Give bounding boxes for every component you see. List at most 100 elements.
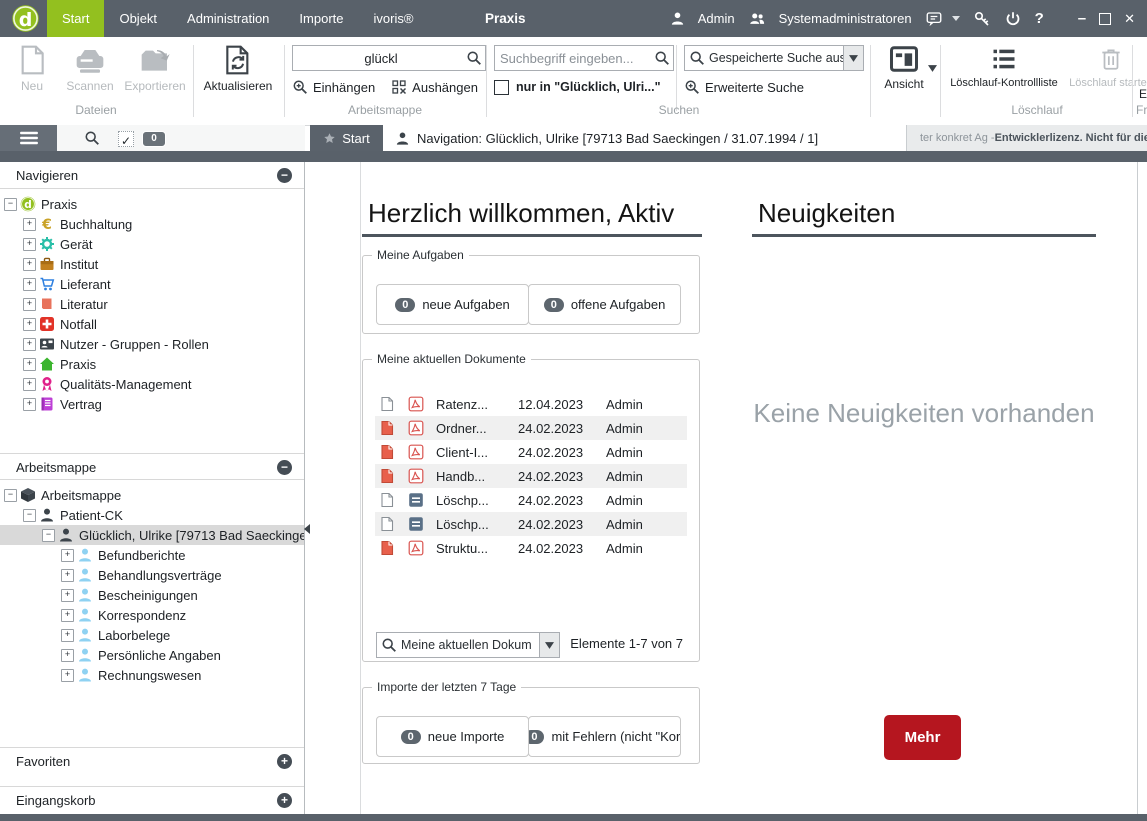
loeschlauf-starten-button[interactable]: Löschlauf starten [1064,41,1147,89]
document-row[interactable]: Löschp... 24.02.2023 Admin [375,488,687,512]
tree-item[interactable]: − Patient-CK [0,505,304,525]
menu-item[interactable]: Start [47,0,104,37]
menu-item[interactable]: Objekt [104,0,172,37]
tree-expander-icon[interactable]: + [23,278,36,291]
tree-item[interactable]: + Behandlungsverträge [0,565,304,585]
tree-item[interactable]: + Rechnungswesen [0,665,304,685]
sidebar-search-icon[interactable] [84,130,100,146]
section-header-eingangskorb[interactable]: Eingangskorb [0,786,304,813]
tree-item[interactable]: + Befundberichte [0,545,304,565]
menu-item[interactable]: ivoris® [359,0,429,37]
ansicht-chevron-down-icon[interactable] [928,65,937,72]
tab-navigation[interactable]: Navigation: Glücklich, Ulrike [79713 Bad… [383,125,907,151]
collapse-icon[interactable] [277,460,292,475]
tree-expander-icon[interactable]: − [4,198,17,211]
tree-expander-icon[interactable]: + [23,398,36,411]
ansicht-button[interactable]: Ansicht [878,41,930,91]
tree-expander-icon[interactable]: + [61,549,74,562]
tree-expander-icon[interactable]: − [23,509,36,522]
sidebar-check-toggle[interactable] [118,131,134,147]
tree-expander-icon[interactable]: + [61,649,74,662]
document-row[interactable]: Löschp... 24.02.2023 Admin [375,512,687,536]
search-icon[interactable] [466,50,482,66]
close-button[interactable]: ✕ [1124,11,1135,27]
neu-button[interactable]: Neu [6,41,58,93]
suchen-searchbox[interactable] [494,45,674,71]
tree-expander-icon[interactable]: + [61,609,74,622]
tree-item[interactable]: + Laborbelege [0,625,304,645]
tree-expander-icon[interactable]: − [4,489,17,502]
expand-icon[interactable] [277,793,292,808]
tree-expander-icon[interactable]: + [61,589,74,602]
tree-item[interactable]: − Arbeitsmappe [0,485,304,505]
tree-expander-icon[interactable]: + [61,629,74,642]
section-header-arbeitsmappe[interactable]: Arbeitsmappe [0,453,304,480]
maximize-button[interactable] [1099,13,1111,25]
section-header-favoriten[interactable]: Favoriten [0,747,304,774]
tree-item[interactable]: + Nutzer - Gruppen - Rollen [0,334,304,354]
search-icon[interactable] [654,50,670,66]
tree-item[interactable]: + Praxis [0,354,304,374]
arbeitsmappe-search-input[interactable] [296,50,466,67]
tree-expander-icon[interactable]: + [61,669,74,682]
tree-item[interactable]: + Vertrag [0,394,304,414]
menu-item[interactable]: Administration [172,0,284,37]
document-row[interactable]: Struktu... 24.02.2023 Admin [375,536,687,560]
count-button[interactable]: 0 offene Aufgaben [528,284,681,325]
tree-item[interactable]: + Literatur [0,294,304,314]
exportieren-button[interactable]: Exportieren [122,41,188,93]
tree-expander-icon[interactable]: + [23,358,36,371]
tree-item[interactable]: + Bescheinigungen [0,585,304,605]
tree-expander-icon[interactable]: − [42,529,55,542]
collapse-icon[interactable] [277,168,292,183]
document-filter-dropdown[interactable]: Meine aktuellen Dokum [376,632,560,658]
expand-icon[interactable] [277,754,292,769]
loeschlauf-kontrollliste-button[interactable]: Löschlauf-Kontrollliste [946,41,1062,89]
tree-expander-icon[interactable]: + [23,298,36,311]
suchbegriff-input[interactable] [498,50,654,67]
tree-item[interactable]: + Korrespondenz [0,605,304,625]
tree-item[interactable]: + Notfall [0,314,304,334]
erweiterte-suche-button[interactable]: Erweiterte Suche [684,79,804,95]
tree-expander-icon[interactable]: + [23,338,36,351]
mehr-button[interactable]: Mehr [884,715,961,760]
arbeitsmappe-searchbox[interactable] [292,45,486,71]
scannen-button[interactable]: Scannen [60,41,120,93]
tree-expander-icon[interactable]: + [23,378,36,391]
aushaengen-button[interactable]: Aushängen [391,79,478,95]
power-icon[interactable] [1004,10,1022,28]
count-button[interactable]: 0 mit Fehlern (nicht "Korr [528,716,681,757]
document-row[interactable]: Handb... 24.02.2023 Admin [375,464,687,488]
hamburger-menu-button[interactable] [0,125,57,151]
messages-icon[interactable] [925,10,943,28]
sidebar-count-badge[interactable]: 0 [142,131,166,147]
tree-item[interactable]: − Glücklich, Ulrike [79713 Bad Saeckinge… [0,525,304,545]
help-button[interactable]: ? [1035,10,1044,27]
tree-expander-icon[interactable]: + [23,218,36,231]
tree-item[interactable]: − d Praxis [0,194,304,214]
count-button[interactable]: 0 neue Importe [376,716,529,757]
aktualisieren-button[interactable]: Aktualisieren [200,41,276,93]
dropdown-caret-button[interactable] [539,633,559,657]
tree-item[interactable]: + Institut [0,254,304,274]
menu-item[interactable]: Importe [284,0,358,37]
document-row[interactable]: Ratenz... 12.04.2023 Admin [375,392,687,416]
tree-expander-icon[interactable]: + [61,569,74,582]
tree-expander-icon[interactable]: + [23,258,36,271]
nur-in-checkbox[interactable] [494,80,509,95]
messages-chevron-down-icon[interactable] [952,16,960,21]
tree-expander-icon[interactable]: + [23,318,36,331]
document-row[interactable]: Client-I... 24.02.2023 Admin [375,440,687,464]
gespeicherte-suche-dropdown[interactable]: Gespeicherte Suche aus [684,45,864,71]
document-row[interactable]: Ordner... 24.02.2023 Admin [375,416,687,440]
section-header-navigieren[interactable]: Navigieren [0,162,304,189]
tree-item[interactable]: + Persönliche Angaben [0,645,304,665]
tree-item[interactable]: + Qualitäts-Management [0,374,304,394]
dropdown-caret-button[interactable] [843,46,863,70]
minimize-button[interactable]: – [1078,10,1086,27]
tab-start[interactable]: Start [310,125,383,151]
einhaengen-button[interactable]: Einhängen [292,79,375,95]
tree-item[interactable]: + Lieferant [0,274,304,294]
tree-item[interactable]: + Gerät [0,234,304,254]
tree-item[interactable]: + € Buchhaltung [0,214,304,234]
